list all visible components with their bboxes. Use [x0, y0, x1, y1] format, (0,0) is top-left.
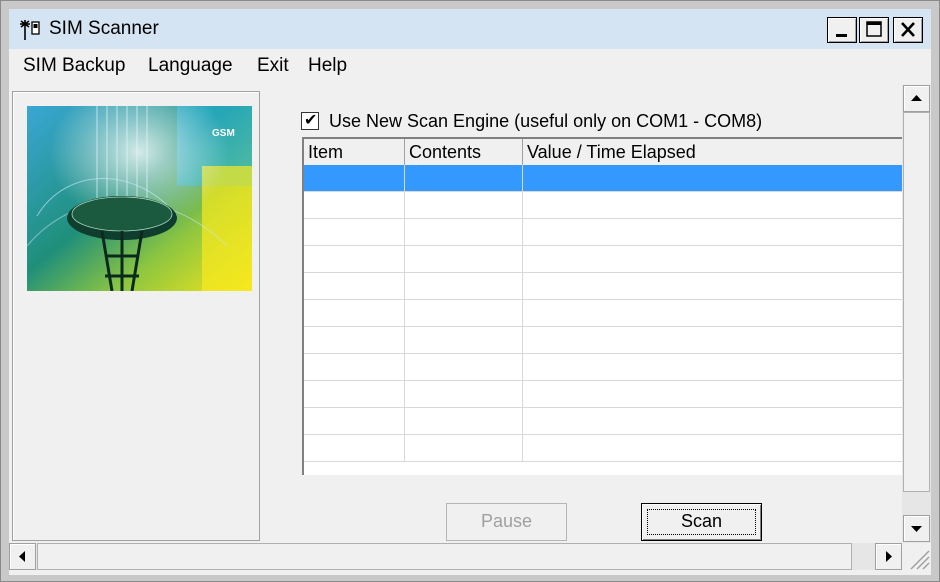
use-new-scan-engine-checkbox[interactable]: ✔ — [301, 112, 319, 130]
client-area: GSM ✔ Use New Scan Engine (useful only o… — [9, 85, 931, 575]
table-row[interactable] — [304, 435, 902, 462]
checkmark-icon: ✔ — [304, 112, 318, 129]
minimize-button[interactable] — [827, 17, 857, 43]
use-new-scan-engine-label[interactable]: Use New Scan Engine (useful only on COM1… — [329, 111, 762, 132]
scroll-left-button[interactable] — [9, 543, 36, 570]
results-list[interactable]: Item Contents Value / Time Elapsed — [302, 137, 902, 475]
table-cell — [405, 192, 523, 219]
arrow-right-icon — [886, 551, 892, 562]
resize-grip-icon — [910, 550, 930, 570]
sim-scanner-app-icon — [20, 20, 40, 40]
table-cell — [405, 408, 523, 435]
table-row[interactable] — [304, 408, 902, 435]
table-cell — [523, 327, 902, 354]
table-cell — [304, 246, 405, 273]
close-button[interactable] — [893, 17, 923, 43]
table-cell — [304, 408, 405, 435]
table-row[interactable] — [304, 354, 902, 381]
scroll-right-button[interactable] — [875, 543, 902, 570]
table-cell — [523, 273, 902, 300]
table-cell — [523, 246, 902, 273]
table-cell — [304, 300, 405, 327]
table-cell — [523, 165, 902, 192]
table-cell — [523, 354, 902, 381]
menu-sim-backup[interactable]: SIM Backup — [23, 55, 125, 77]
column-header-value[interactable]: Value / Time Elapsed — [523, 139, 902, 165]
table-cell — [405, 246, 523, 273]
table-cell — [304, 192, 405, 219]
arrow-up-icon — [911, 95, 922, 101]
table-cell — [304, 381, 405, 408]
minimize-icon — [836, 34, 847, 37]
table-cell — [304, 219, 405, 246]
table-cell — [523, 192, 902, 219]
scan-button[interactable]: Scan — [641, 503, 762, 541]
table-cell — [405, 300, 523, 327]
column-header-contents[interactable]: Contents — [405, 139, 523, 165]
table-cell — [523, 300, 902, 327]
table-cell — [405, 165, 523, 192]
table-cell — [304, 354, 405, 381]
list-header: Item Contents Value / Time Elapsed — [304, 139, 902, 166]
vertical-scrollbar[interactable] — [902, 85, 931, 543]
vertical-scroll-thumb[interactable] — [903, 112, 930, 492]
table-row[interactable] — [304, 192, 902, 219]
scroll-up-button[interactable] — [903, 85, 930, 112]
horizontal-scroll-thumb[interactable] — [37, 543, 852, 570]
table-row[interactable] — [304, 273, 902, 300]
column-header-item[interactable]: Item — [304, 139, 405, 165]
menu-help[interactable]: Help — [308, 55, 347, 77]
table-cell — [405, 219, 523, 246]
table-row[interactable] — [304, 246, 902, 273]
menu-exit[interactable]: Exit — [257, 55, 289, 77]
table-cell — [304, 327, 405, 354]
arrow-left-icon — [19, 551, 25, 562]
window-title: SIM Scanner — [49, 18, 159, 39]
table-cell — [523, 408, 902, 435]
table-cell — [523, 435, 902, 462]
table-cell — [523, 381, 902, 408]
size-grip[interactable] — [902, 543, 931, 570]
menu-bar: SIM Backup Language Exit Help — [9, 49, 931, 85]
horizontal-scrollbar[interactable] — [9, 543, 902, 570]
table-cell — [304, 435, 405, 462]
close-icon — [901, 22, 915, 37]
table-cell — [304, 165, 405, 192]
table-cell — [405, 273, 523, 300]
table-cell — [405, 327, 523, 354]
arrow-down-icon — [911, 526, 922, 532]
gsm-badge: GSM — [212, 128, 235, 139]
table-row[interactable] — [304, 219, 902, 246]
left-panel: GSM — [12, 91, 260, 541]
table-row[interactable] — [304, 381, 902, 408]
table-row[interactable] — [304, 300, 902, 327]
app-window: SIM Scanner SIM Backup Language Exit Hel… — [0, 0, 940, 582]
pause-button[interactable]: Pause — [446, 503, 567, 541]
menu-language[interactable]: Language — [148, 55, 233, 77]
table-row[interactable] — [304, 327, 902, 354]
table-cell — [405, 354, 523, 381]
table-row[interactable] — [304, 165, 902, 192]
table-cell — [304, 273, 405, 300]
table-cell — [405, 435, 523, 462]
scroll-down-button[interactable] — [903, 515, 930, 542]
gsm-satellite-image: GSM — [27, 106, 252, 291]
maximize-icon — [866, 21, 882, 37]
title-bar[interactable]: SIM Scanner — [9, 9, 931, 49]
maximize-button[interactable] — [859, 17, 889, 43]
focus-rectangle — [647, 509, 756, 535]
table-cell — [523, 219, 902, 246]
table-cell — [405, 381, 523, 408]
